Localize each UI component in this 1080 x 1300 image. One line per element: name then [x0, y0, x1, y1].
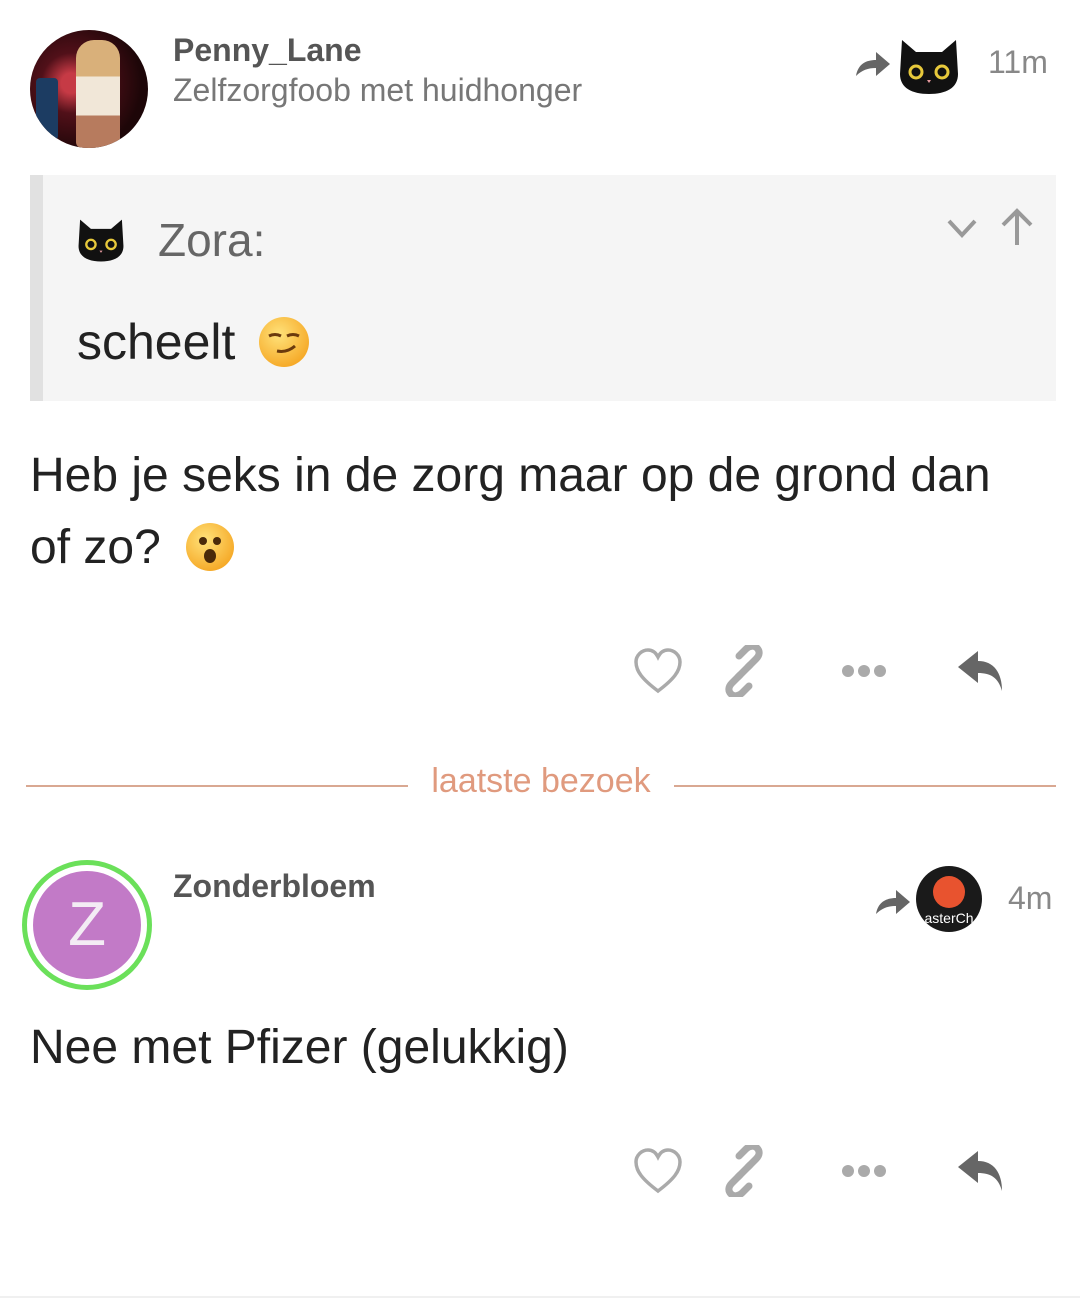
- last-visit-divider: laatste bezoek: [431, 762, 651, 800]
- quote-block: Zora: scheelt: [30, 175, 1056, 401]
- username[interactable]: Penny_Lane: [173, 32, 362, 69]
- smirk-emoji-icon: [259, 317, 310, 367]
- avatar-background: [36, 78, 58, 140]
- divider-line-right: [674, 785, 1056, 787]
- user-title: Zelfzorgfoob met huidhonger: [173, 72, 583, 108]
- post-body-text: of zo?: [30, 521, 161, 574]
- cat-avatar-icon[interactable]: [898, 34, 960, 96]
- divider-line-left: [26, 785, 408, 787]
- heart-icon[interactable]: [632, 645, 684, 697]
- reply-icon[interactable]: [956, 1145, 1008, 1197]
- post-body: Nee met Pfizer (gelukkig): [30, 1021, 569, 1074]
- post-body: Heb je seks in de zorg maar op de grond …: [30, 440, 1060, 584]
- surprised-emoji-icon: [186, 523, 235, 571]
- masterchef-logo-icon: [933, 876, 965, 908]
- ellipsis-icon[interactable]: [838, 645, 890, 697]
- avatar-letter: Z: [33, 871, 141, 979]
- avatar-figure: [76, 40, 120, 148]
- quote-author: Zora:: [158, 214, 266, 266]
- link-icon[interactable]: [718, 645, 770, 697]
- reply-icon[interactable]: [956, 645, 1008, 697]
- link-icon[interactable]: [718, 1145, 770, 1197]
- heart-icon[interactable]: [632, 1145, 684, 1197]
- user-avatar[interactable]: Z: [22, 860, 152, 990]
- timestamp[interactable]: 4m: [1008, 880, 1052, 917]
- post-body-line: Heb je seks in de zorg maar op de grond …: [30, 449, 991, 502]
- post-penny-lane: Penny_Lane Zelfzorgfoob met huidhonger 1…: [0, 0, 1080, 740]
- ellipsis-icon[interactable]: [838, 1145, 890, 1197]
- post-body-line: of zo?: [30, 512, 1060, 584]
- bottom-separator: [0, 1296, 1080, 1298]
- share-arrow-icon: [856, 52, 890, 76]
- timestamp[interactable]: 11m: [988, 44, 1048, 81]
- chevron-down-icon[interactable]: [945, 211, 979, 245]
- cat-avatar-icon: [78, 219, 124, 262]
- quote-text: scheelt: [77, 313, 310, 371]
- reply-to-avatar[interactable]: asterCh: [916, 866, 982, 932]
- avatar-badge-text: asterCh: [924, 910, 974, 926]
- quote-text-content: scheelt: [77, 314, 236, 370]
- user-avatar[interactable]: [30, 30, 148, 148]
- share-arrow-icon: [876, 890, 910, 914]
- username[interactable]: Zonderbloem: [173, 868, 376, 905]
- arrow-up-icon[interactable]: [999, 207, 1035, 247]
